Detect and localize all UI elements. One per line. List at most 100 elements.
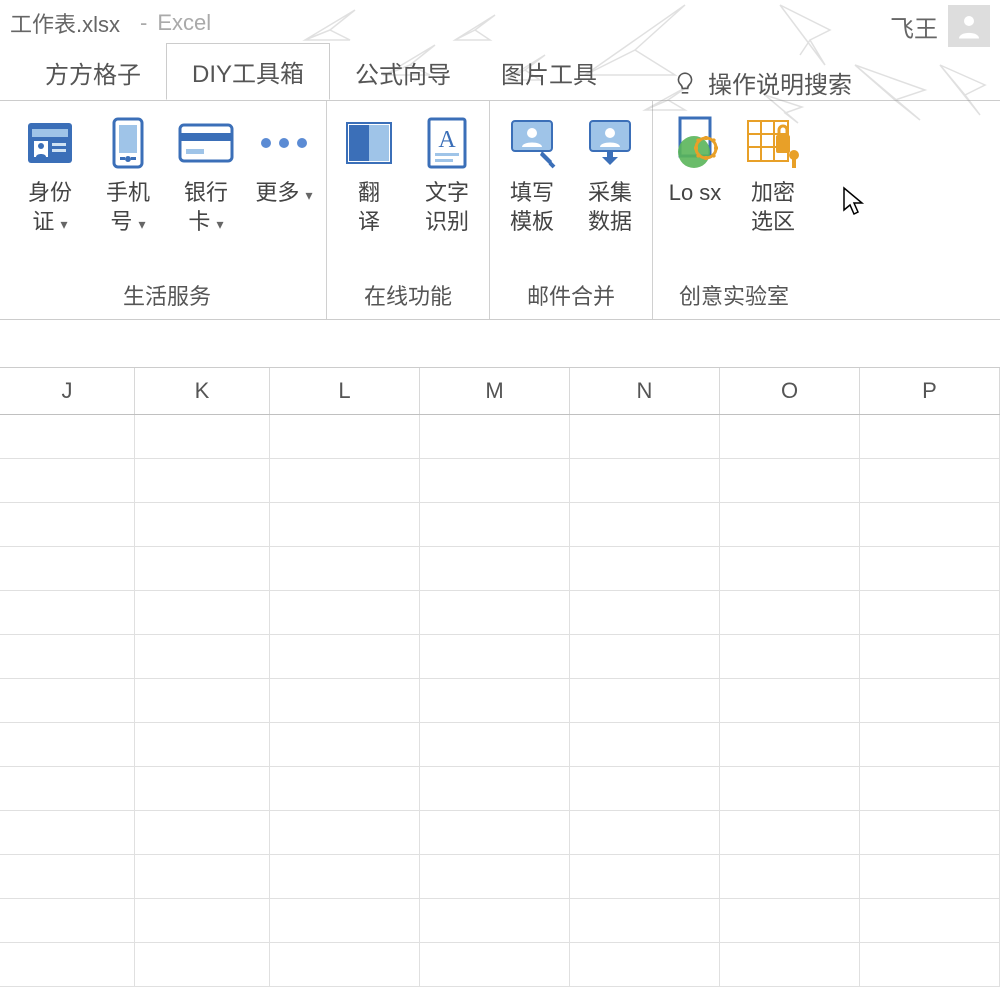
collect-button[interactable]: 采集 数据 (580, 109, 640, 236)
cell[interactable] (570, 547, 720, 590)
cell[interactable] (135, 415, 270, 458)
cell[interactable] (720, 767, 860, 810)
cell[interactable] (720, 723, 860, 766)
cell[interactable] (420, 459, 570, 502)
avatar[interactable] (948, 5, 990, 47)
cell[interactable] (270, 811, 420, 854)
lab-button[interactable]: Lo sx (665, 109, 725, 208)
cell[interactable] (570, 723, 720, 766)
cell[interactable] (135, 459, 270, 502)
cell[interactable] (0, 459, 135, 502)
cell[interactable] (720, 591, 860, 634)
cell[interactable] (270, 547, 420, 590)
cell[interactable] (860, 899, 1000, 942)
cell[interactable] (420, 591, 570, 634)
cell[interactable] (0, 811, 135, 854)
cell[interactable] (0, 415, 135, 458)
cell[interactable] (720, 855, 860, 898)
cell[interactable] (860, 943, 1000, 986)
cell[interactable] (135, 635, 270, 678)
cell[interactable] (420, 723, 570, 766)
cell[interactable] (420, 503, 570, 546)
cell[interactable] (420, 547, 570, 590)
cell[interactable] (0, 767, 135, 810)
cell[interactable] (860, 723, 1000, 766)
cell[interactable] (720, 547, 860, 590)
cell[interactable] (860, 415, 1000, 458)
cell[interactable] (135, 723, 270, 766)
cell[interactable] (270, 635, 420, 678)
cell[interactable] (860, 811, 1000, 854)
cell[interactable] (720, 459, 860, 502)
column-header-P[interactable]: P (860, 368, 1000, 414)
cell[interactable] (860, 635, 1000, 678)
cell[interactable] (270, 679, 420, 722)
cell[interactable] (135, 899, 270, 942)
cell[interactable] (0, 855, 135, 898)
cell[interactable] (860, 547, 1000, 590)
column-header-K[interactable]: K (135, 368, 270, 414)
cell[interactable] (270, 723, 420, 766)
cell[interactable] (570, 943, 720, 986)
tell-me[interactable]: 操作说明搜索 (672, 65, 852, 100)
cell[interactable] (420, 855, 570, 898)
cell[interactable] (570, 635, 720, 678)
cell[interactable] (860, 767, 1000, 810)
cell[interactable] (420, 635, 570, 678)
cell[interactable] (270, 503, 420, 546)
cell[interactable] (860, 679, 1000, 722)
column-header-L[interactable]: L (270, 368, 420, 414)
cell[interactable] (0, 943, 135, 986)
cell[interactable] (270, 855, 420, 898)
cell[interactable] (135, 547, 270, 590)
cell[interactable] (420, 767, 570, 810)
tab-fangfang[interactable]: 方方格子 (20, 45, 166, 100)
cell[interactable] (720, 899, 860, 942)
more-button[interactable]: 更多 ▾ (254, 109, 314, 208)
cell[interactable] (570, 899, 720, 942)
encrypt-button[interactable]: 加密 选区 (743, 109, 803, 236)
bank-card-button[interactable]: 银行 卡 ▾ (176, 109, 236, 236)
cell[interactable] (420, 415, 570, 458)
column-header-N[interactable]: N (570, 368, 720, 414)
cell[interactable] (720, 503, 860, 546)
cell[interactable] (570, 679, 720, 722)
cell[interactable] (0, 503, 135, 546)
cell[interactable] (720, 415, 860, 458)
cell[interactable] (570, 503, 720, 546)
translate-button[interactable]: 翻 译 (339, 109, 399, 236)
cell[interactable] (270, 899, 420, 942)
column-header-O[interactable]: O (720, 368, 860, 414)
column-header-M[interactable]: M (420, 368, 570, 414)
cell[interactable] (720, 679, 860, 722)
cell[interactable] (135, 811, 270, 854)
cell[interactable] (860, 503, 1000, 546)
cell[interactable] (720, 943, 860, 986)
cell[interactable] (135, 679, 270, 722)
cell[interactable] (135, 503, 270, 546)
tab-image-tools[interactable]: 图片工具 (476, 45, 622, 100)
cell[interactable] (570, 591, 720, 634)
cell[interactable] (0, 679, 135, 722)
cell[interactable] (570, 855, 720, 898)
cell[interactable] (0, 723, 135, 766)
cell[interactable] (860, 855, 1000, 898)
cell[interactable] (420, 679, 570, 722)
cell[interactable] (420, 899, 570, 942)
cell[interactable] (0, 635, 135, 678)
ocr-button[interactable]: A 文字 识别 (417, 109, 477, 236)
formula-bar[interactable] (0, 320, 1000, 368)
cell[interactable] (0, 547, 135, 590)
template-button[interactable]: 填写 模板 (502, 109, 562, 236)
tab-formula-wizard[interactable]: 公式向导 (330, 45, 476, 100)
cell[interactable] (570, 415, 720, 458)
column-header-J[interactable]: J (0, 368, 135, 414)
cell[interactable] (270, 459, 420, 502)
cell[interactable] (570, 767, 720, 810)
phone-button[interactable]: 手机 号 ▾ (98, 109, 158, 236)
cell[interactable] (0, 899, 135, 942)
cell[interactable] (570, 459, 720, 502)
cell[interactable] (270, 415, 420, 458)
cell[interactable] (860, 459, 1000, 502)
cell[interactable] (720, 811, 860, 854)
